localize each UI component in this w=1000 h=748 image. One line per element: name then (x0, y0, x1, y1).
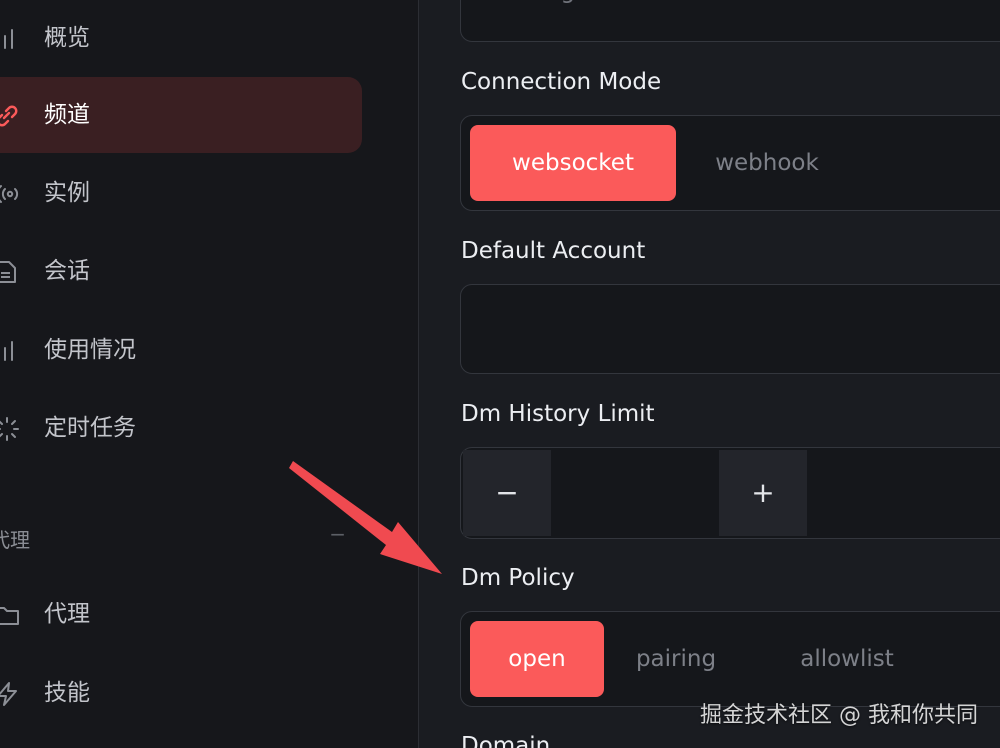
dm-history-limit-label: Dm History Limit (461, 401, 655, 427)
sidebar-item-agents[interactable]: 代理 (0, 576, 362, 652)
default-account-label: Default Account (461, 238, 646, 264)
segment-option-newline[interactable]: newline (645, 0, 795, 11)
link-icon (0, 103, 20, 129)
sidebar-item-label: 技能 (44, 680, 90, 706)
decrement-button[interactable]: − (463, 450, 551, 536)
document-icon (0, 259, 20, 285)
sidebar-item-label: 定时任务 (44, 415, 136, 441)
dm-history-limit-stepper: − + (460, 447, 1000, 539)
segment-option-open[interactable]: open (470, 621, 604, 697)
dm-policy-segmented: open pairing allowlist (460, 611, 1000, 707)
folder-icon (0, 602, 20, 628)
sidebar-item-sessions[interactable]: 会话 (0, 233, 362, 309)
segment-option-length[interactable]: length (487, 0, 637, 11)
segment-option-pairing[interactable]: pairing (621, 621, 731, 697)
connection-mode-segmented: websocket webhook (460, 115, 1000, 211)
app-root: 概览 频道 实例 会话 使用情况 定时任务 理 − 代理 技能 Connecti… (0, 0, 1000, 748)
sidebar-item-label: 实例 (44, 180, 90, 206)
bar-chart-icon (0, 338, 20, 364)
sidebar-item-label: 频道 (44, 102, 90, 128)
sidebar-item-label: 会话 (44, 258, 90, 284)
sidebar-item-label: 代理 (44, 601, 90, 627)
default-account-field (460, 284, 1000, 374)
bar-chart-icon (0, 26, 20, 52)
sidebar-item-instances[interactable]: 实例 (0, 155, 362, 231)
segment-option-websocket[interactable]: websocket (470, 125, 676, 201)
watermark: 掘金技术社区 @ 我和你共同 (700, 703, 978, 728)
sidebar-item-label: 概览 (44, 25, 90, 51)
sidebar-item-overview[interactable]: 概览 (0, 0, 362, 76)
dm-policy-label: Dm Policy (461, 565, 575, 591)
chunk-mode-segmented: length newline (460, 0, 1000, 42)
increment-button[interactable]: + (719, 450, 807, 536)
dm-history-limit-input[interactable] (551, 450, 717, 536)
collapse-icon[interactable]: − (329, 522, 346, 546)
radio-icon (0, 181, 20, 207)
sidebar-group-agents[interactable]: 代理 − (0, 522, 346, 552)
sidebar-group-label: 代理 (0, 528, 30, 552)
domain-label: Domain (461, 733, 551, 748)
sidebar-item-skills[interactable]: 技能 (0, 655, 362, 731)
sidebar-item-channels[interactable]: 频道 (0, 77, 362, 153)
connection-mode-label: Connection Mode (461, 69, 662, 95)
loader-icon (0, 416, 20, 442)
default-account-input[interactable] (461, 285, 1000, 373)
sidebar: 概览 频道 实例 会话 使用情况 定时任务 理 − 代理 技能 (0, 0, 419, 748)
sidebar-item-label: 使用情况 (44, 337, 136, 363)
segment-option-webhook[interactable]: webhook (683, 125, 851, 201)
channel-config-form: length newline Connection Mode websocket… (419, 0, 1000, 748)
segment-option-allowlist[interactable]: allowlist (779, 621, 915, 697)
sidebar-item-usage[interactable]: 使用情况 (0, 312, 362, 388)
sidebar-item-cron[interactable]: 定时任务 (0, 390, 362, 466)
lightning-icon (0, 681, 20, 707)
